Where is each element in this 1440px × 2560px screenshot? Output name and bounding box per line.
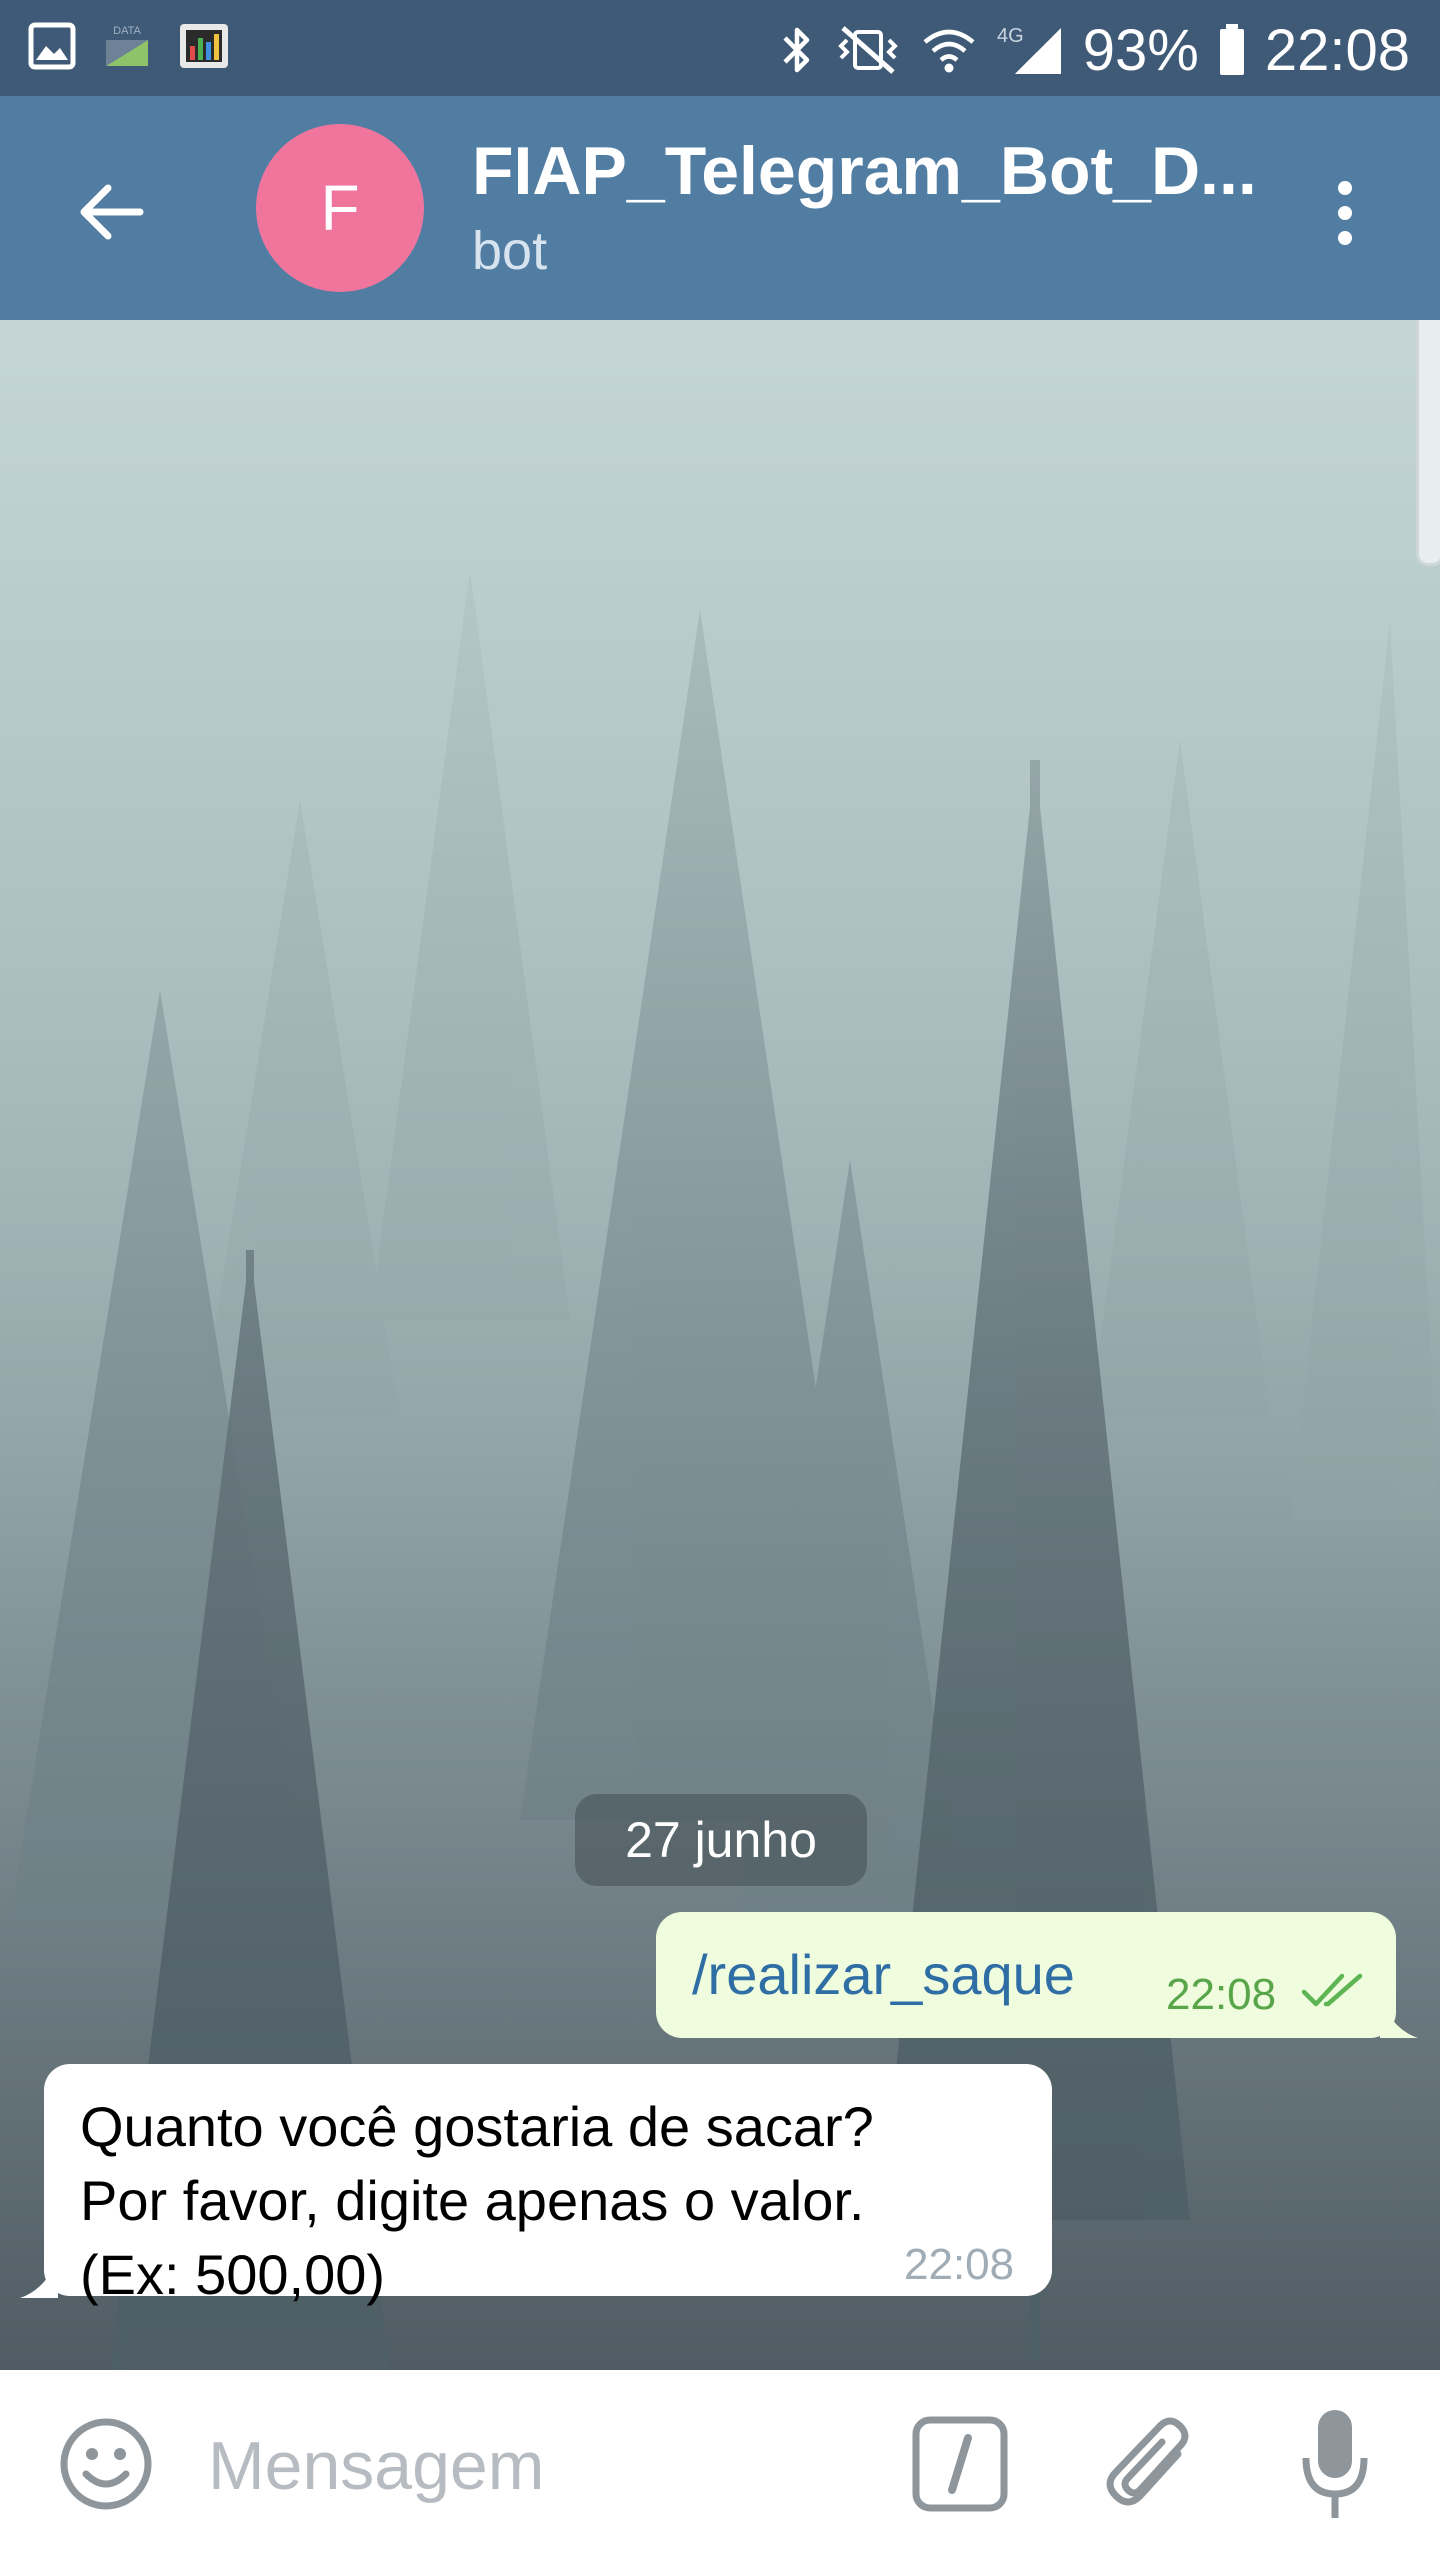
vibrate-mute-icon	[833, 24, 903, 76]
message-text: Quanto você gostaria de sacar? Por favor…	[80, 2090, 874, 2312]
chat-title[interactable]: FIAP_Telegram_Bot_D...	[472, 132, 1257, 210]
network-type-label: 4G	[997, 25, 1024, 47]
chart-app-notification-icon	[178, 22, 230, 70]
message-line: (Ex: 500,00)	[80, 2243, 386, 2306]
more-vertical-icon	[1338, 181, 1352, 245]
wifi-icon	[921, 24, 977, 76]
battery-percent: 93%	[1082, 17, 1199, 83]
smiley-icon	[60, 2418, 152, 2510]
message-input[interactable]	[208, 2418, 848, 2514]
chat-subtitle: bot	[472, 221, 548, 281]
outgoing-message[interactable]: /realizar_saque 22:08	[656, 1912, 1396, 2038]
battery-icon	[1217, 22, 1247, 78]
bot-command-button[interactable]	[910, 2414, 1010, 2514]
microphone-icon	[1302, 2410, 1368, 2518]
message-line: Quanto você gostaria de sacar?	[80, 2095, 874, 2158]
status-bar: DATA 4G 93% 22:08	[0, 0, 1440, 96]
date-separator: 27 junho	[575, 1794, 867, 1886]
scrollbar-handle[interactable]	[1416, 320, 1440, 566]
bluetooth-icon	[779, 24, 815, 76]
data-saver-icon: DATA	[102, 22, 152, 70]
message-time: 22:08	[1166, 1970, 1277, 2019]
attach-button[interactable]	[1100, 2410, 1200, 2520]
message-command-link[interactable]: /realizar_saque	[692, 1942, 1075, 2007]
avatar[interactable]: F	[256, 124, 424, 292]
message-time: 22:08	[904, 2240, 1015, 2289]
paperclip-icon	[1106, 2417, 1189, 2506]
chat-header: F FIAP_Telegram_Bot_D... bot	[0, 96, 1440, 320]
voice-message-button[interactable]	[1300, 2406, 1370, 2526]
message-composer	[0, 2370, 1440, 2560]
chat-area[interactable]: 27 junho /realizar_saque 22:08 Quanto vo…	[0, 320, 1440, 2370]
more-options-button[interactable]	[1290, 158, 1400, 268]
forest-fog-wallpaper	[0, 320, 1440, 2370]
system-indicators: 4G 93% 22:08	[779, 10, 1410, 90]
arrow-left-icon	[80, 184, 144, 240]
slash-command-icon	[912, 2416, 1008, 2512]
gallery-notification-icon	[28, 22, 76, 70]
cellular-signal-icon: 4G	[995, 22, 1065, 78]
double-check-read-icon	[1302, 1973, 1363, 2007]
notification-icons: DATA	[28, 22, 230, 70]
clock: 22:08	[1264, 17, 1410, 83]
incoming-message[interactable]: Quanto você gostaria de sacar? Por favor…	[44, 2064, 1052, 2306]
data-label: DATA	[113, 25, 141, 37]
emoji-button[interactable]	[58, 2416, 154, 2512]
back-button[interactable]	[60, 162, 160, 262]
message-line: Por favor, digite apenas o valor.	[80, 2169, 865, 2232]
